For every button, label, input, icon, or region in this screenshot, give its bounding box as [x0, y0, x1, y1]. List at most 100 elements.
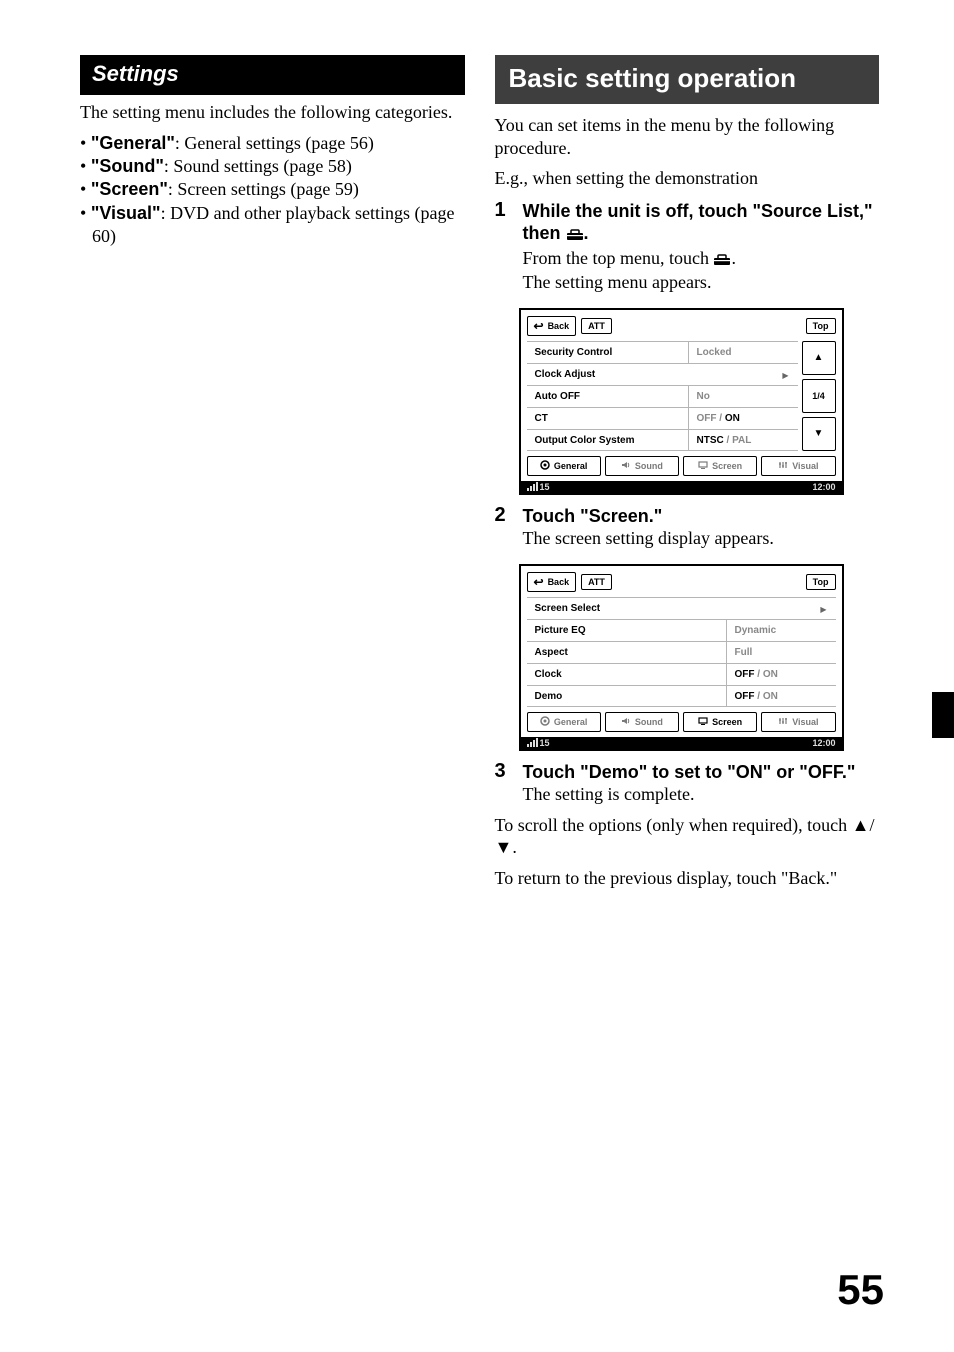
tab-visual[interactable]: Visual — [761, 712, 835, 732]
step-number: 3 — [495, 761, 513, 806]
tab-general[interactable]: General — [527, 712, 601, 732]
tab-sound[interactable]: Sound — [605, 456, 679, 476]
step-3-body: The setting is complete. — [523, 783, 880, 806]
signal-indicator: 15 — [527, 482, 550, 492]
att-button[interactable]: ATT — [581, 318, 612, 334]
intro-paragraph-2: E.g., when setting the demonstration — [495, 167, 880, 190]
category-name: "Sound" — [91, 156, 164, 176]
category-desc: : General settings (page 56) — [175, 133, 374, 153]
intro-paragraph-1: You can set items in the menu by the fol… — [495, 114, 880, 159]
list-item: "Sound": Sound settings (page 58) — [80, 155, 465, 178]
gear-icon — [540, 716, 550, 728]
row-name: Clock — [527, 664, 726, 685]
step-1-heading: While the unit is off, touch "Source Lis… — [523, 200, 880, 247]
step-2-body: The screen setting display appears. — [523, 527, 880, 550]
triangle-down-icon — [814, 428, 824, 439]
step-number: 1 — [495, 200, 513, 294]
sliders-icon — [778, 460, 788, 472]
step-1-body-text: From the top menu, touch — [523, 248, 714, 268]
att-button[interactable]: ATT — [581, 574, 612, 590]
row-value: OFF / ON — [688, 408, 798, 429]
submenu-arrow-icon — [812, 598, 836, 619]
setting-row-picture-eq[interactable]: Picture EQDynamic — [527, 619, 836, 641]
screen-icon — [698, 460, 708, 472]
signal-value: 15 — [540, 738, 550, 748]
top-button[interactable]: Top — [806, 574, 836, 590]
tab-screen[interactable]: Screen — [683, 456, 757, 476]
setting-row-output-color-system[interactable]: Output Color SystemNTSC / PAL — [527, 429, 798, 451]
row-value: Dynamic — [726, 620, 836, 641]
back-button[interactable]: ↩ Back — [527, 316, 577, 336]
row-name: Picture EQ — [527, 620, 726, 641]
setting-row-clock[interactable]: ClockOFF / ON — [527, 663, 836, 685]
category-name: "Screen" — [91, 179, 168, 199]
row-value: Full — [726, 642, 836, 663]
clock-display: 12:00 — [812, 738, 835, 748]
tab-label: Sound — [635, 717, 663, 727]
status-bar: 15 12:00 — [521, 481, 842, 493]
page-indicator: 1/4 — [802, 379, 836, 413]
setting-row-ct[interactable]: CTOFF / ON — [527, 407, 798, 429]
setting-row-aspect[interactable]: AspectFull — [527, 641, 836, 663]
row-value: Locked — [688, 342, 798, 363]
tab-label: Screen — [712, 717, 742, 727]
screen-icon — [698, 716, 708, 728]
category-name: "General" — [91, 133, 175, 153]
setting-row-auto-off[interactable]: Auto OFFNo — [527, 385, 798, 407]
tab-general[interactable]: General — [527, 456, 601, 476]
footer-note-2: To return to the previous display, touch… — [495, 867, 880, 890]
sliders-icon — [778, 716, 788, 728]
step-1-body-end: . — [731, 248, 736, 268]
page-number: 55 — [837, 1266, 884, 1314]
tab-label: Visual — [792, 461, 818, 471]
page-edge-tab — [932, 692, 954, 738]
toolbox-icon — [566, 224, 584, 247]
top-button[interactable]: Top — [806, 318, 836, 334]
signal-indicator: 15 — [527, 738, 550, 748]
screenshot-general-settings: ↩ Back ATT Top Security ControlLocked Clo… — [519, 308, 844, 495]
footer-note-1: To scroll the options (only when require… — [495, 814, 880, 859]
main-section-title: Basic setting operation — [495, 55, 880, 104]
screenshot-screen-settings: ↩Back ATT Top Screen Select Picture EQDy… — [519, 564, 844, 751]
status-bar: 15 12:00 — [521, 737, 842, 749]
tab-visual[interactable]: Visual — [761, 456, 835, 476]
row-name: Clock Adjust — [527, 364, 774, 385]
signal-value: 15 — [540, 482, 550, 492]
row-value: No — [688, 386, 798, 407]
back-label: Back — [548, 577, 570, 587]
row-name: Auto OFF — [527, 386, 688, 407]
setting-row-clock-adjust[interactable]: Clock Adjust — [527, 363, 798, 385]
back-arrow-icon: ↩ — [534, 320, 544, 332]
step-1: 1 While the unit is off, touch "Source L… — [495, 200, 880, 294]
gear-icon — [540, 460, 550, 472]
submenu-arrow-icon — [774, 364, 798, 385]
tab-screen[interactable]: Screen — [683, 712, 757, 732]
row-name: Security Control — [527, 342, 688, 363]
category-desc: : Sound settings (page 58) — [164, 156, 352, 176]
step-1-body-2: The setting menu appears. — [523, 271, 880, 294]
scroll-down-button[interactable] — [802, 417, 836, 451]
setting-row-demo[interactable]: DemoOFF / ON — [527, 685, 836, 707]
triangle-up-icon — [814, 352, 824, 363]
category-name: "Visual" — [91, 203, 161, 223]
step-2-heading: Touch "Screen." — [523, 505, 880, 528]
tab-label: Sound — [635, 461, 663, 471]
step-1-body: From the top menu, touch . — [523, 247, 880, 272]
row-name: Screen Select — [527, 598, 812, 619]
tab-sound[interactable]: Sound — [605, 712, 679, 732]
scroll-up-button[interactable] — [802, 341, 836, 375]
back-button[interactable]: ↩Back — [527, 572, 577, 592]
speaker-icon — [621, 716, 631, 728]
tab-label: Visual — [792, 717, 818, 727]
row-name: CT — [527, 408, 688, 429]
toolbox-icon — [713, 249, 731, 272]
tab-label: Screen — [712, 461, 742, 471]
row-value: OFF / ON — [726, 686, 836, 706]
setting-row-security-control[interactable]: Security ControlLocked — [527, 341, 798, 363]
step-1-heading-end: . — [584, 223, 589, 243]
back-label: Back — [548, 321, 570, 331]
setting-row-screen-select[interactable]: Screen Select — [527, 597, 836, 619]
speaker-icon — [621, 460, 631, 472]
settings-category-list: "General": General settings (page 56) "S… — [80, 132, 465, 249]
tab-label: General — [554, 717, 588, 727]
